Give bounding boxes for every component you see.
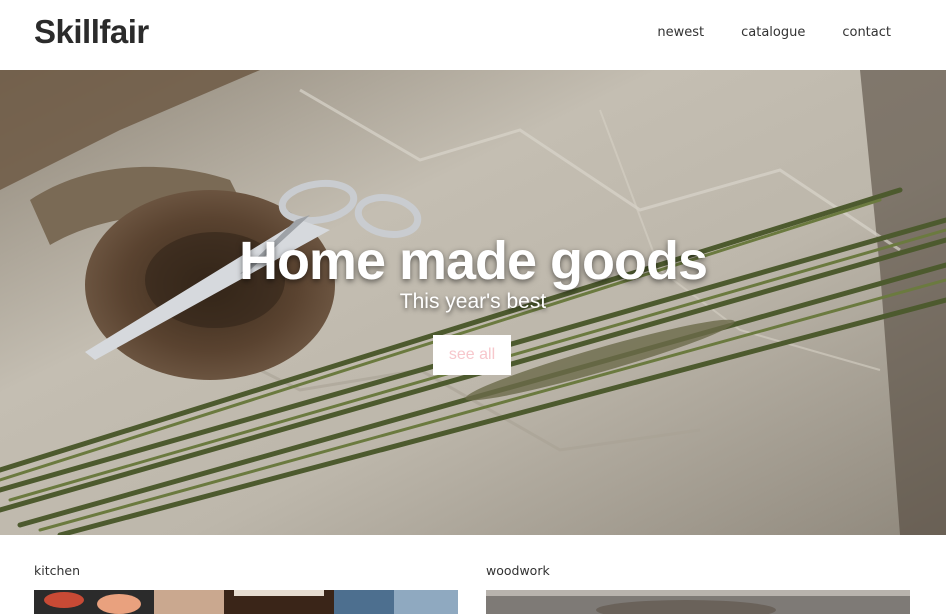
nav-item-contact[interactable]: contact <box>842 25 891 40</box>
nav-item-newest[interactable]: newest <box>657 25 704 40</box>
category-label: woodwork <box>486 563 550 578</box>
hero-subtitle: This year's best <box>399 290 547 313</box>
category-image-kitchen[interactable] <box>34 590 458 614</box>
hero-title: Home made goods <box>238 231 708 291</box>
category-card-kitchen[interactable]: kitchen <box>34 563 458 614</box>
nav-item-catalogue[interactable]: catalogue <box>741 25 805 40</box>
site-logo[interactable]: Skillfair <box>34 13 149 51</box>
site-header: Skillfair newest catalogue contact <box>0 0 946 70</box>
see-all-button[interactable]: see all <box>433 335 511 375</box>
category-card-woodwork[interactable]: woodwork <box>486 563 910 614</box>
main-nav: newest catalogue contact <box>657 25 891 40</box>
hero-banner: Home made goods This year's best see all <box>0 70 946 535</box>
category-label: kitchen <box>34 563 81 578</box>
category-image-woodwork[interactable] <box>486 590 910 614</box>
